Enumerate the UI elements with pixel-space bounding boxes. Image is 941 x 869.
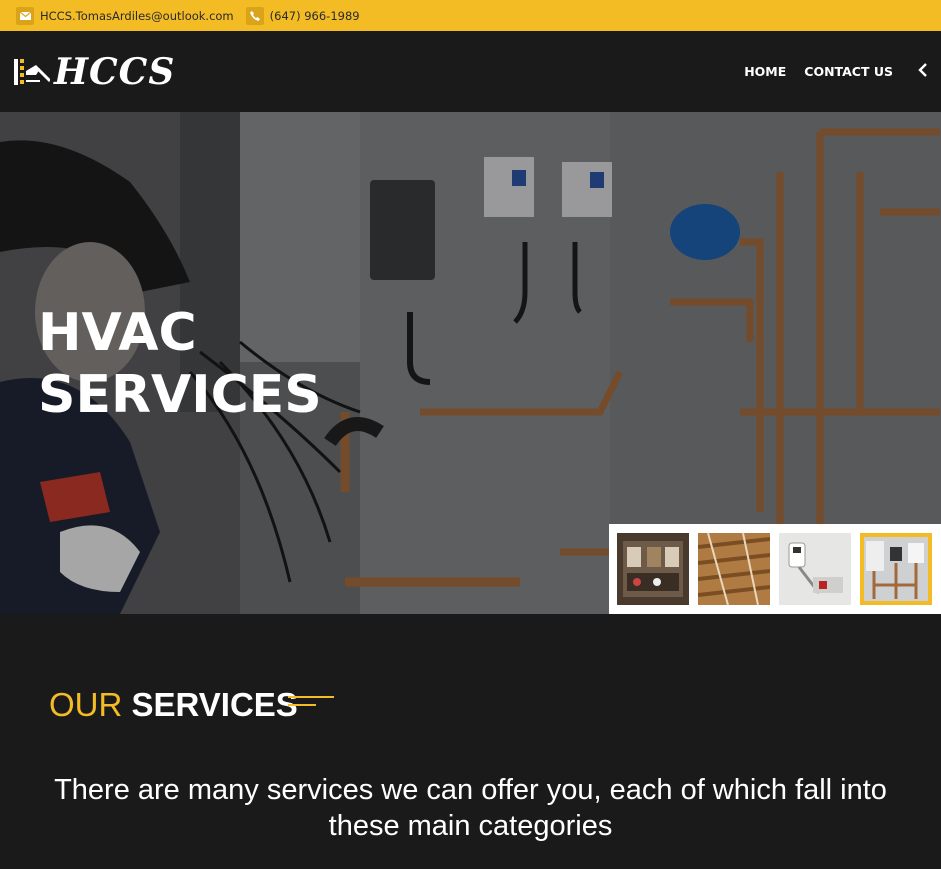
phone-link[interactable]: (647) 966-1989 xyxy=(270,9,360,23)
main-nav: HOME CONTACT US xyxy=(744,64,893,79)
hero-title-line1: HVAC xyxy=(38,303,197,363)
email-icon xyxy=(16,6,34,25)
thumbnail-wall-unit[interactable] xyxy=(779,533,851,605)
chevron-left-icon[interactable] xyxy=(915,60,931,80)
top-contact-bar: HCCS.TomasArdiles@outlook.com (647) 966-… xyxy=(0,0,941,31)
phone-icon xyxy=(245,6,264,25)
plug-icon xyxy=(14,59,50,85)
services-section: OUR SERVICES There are many services we … xyxy=(0,614,941,869)
thumbnail-control-panel[interactable] xyxy=(617,533,689,605)
thumbnail-wood-ceiling[interactable] xyxy=(698,533,770,605)
hero-title: HVAC SERVICES xyxy=(38,302,322,426)
heading-decoration-lines xyxy=(288,696,334,706)
thumbnail-strip xyxy=(609,524,941,614)
nav-home[interactable]: HOME xyxy=(744,64,786,79)
site-header: HCCS HOME CONTACT US xyxy=(0,31,941,112)
thumbnail-hvac-panel[interactable] xyxy=(860,533,932,605)
services-heading-main: SERVICES xyxy=(131,686,298,723)
services-heading: OUR SERVICES xyxy=(49,686,298,724)
hero-banner: HVAC SERVICES xyxy=(0,112,941,614)
nav-contact-us[interactable]: CONTACT US xyxy=(804,64,893,79)
services-description: There are many services we can offer you… xyxy=(54,774,887,842)
email-link[interactable]: HCCS.TomasArdiles@outlook.com xyxy=(40,9,234,23)
logo[interactable]: HCCS xyxy=(14,51,175,93)
services-heading-accent: OUR xyxy=(49,686,123,723)
logo-text: HCCS xyxy=(54,51,176,93)
hero-title-line2: SERVICES xyxy=(38,365,322,425)
